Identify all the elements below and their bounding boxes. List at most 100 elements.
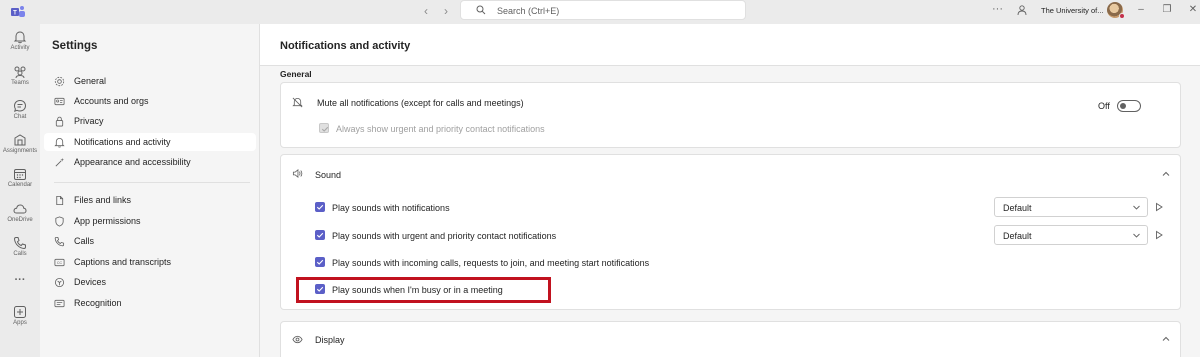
urgent-checkbox[interactable] — [319, 123, 329, 133]
settings-item-recognition[interactable]: Recognition — [44, 294, 256, 312]
rail-item-apps[interactable]: Apps — [0, 305, 40, 326]
back-arrow-icon[interactable]: ‹ — [419, 4, 433, 18]
recognition-icon — [54, 299, 65, 308]
speaker-icon — [292, 168, 303, 179]
main-content: Notifications and activity General Mute … — [260, 24, 1200, 357]
settings-item-calls[interactable]: Calls — [44, 232, 256, 250]
rail-item-teams[interactable]: Teams — [0, 65, 40, 86]
display-title: Display — [315, 335, 345, 345]
play-icon[interactable] — [1154, 202, 1164, 212]
toggle-state-label: Off — [1098, 101, 1110, 111]
bell-icon — [13, 31, 27, 44]
checkmark-icon — [316, 259, 324, 265]
teams-logo-icon[interactable]: T — [11, 5, 25, 19]
bell-off-icon — [292, 97, 303, 108]
cloud-icon — [13, 204, 27, 214]
app-rail: Activity Teams Chat Assignments Calendar… — [0, 24, 40, 357]
phone-icon — [54, 236, 65, 247]
highlight-box — [296, 277, 551, 303]
more-options-icon[interactable]: ··· — [992, 3, 1003, 15]
settings-item-label: Accounts and orgs — [74, 96, 149, 106]
rail-item-activity[interactable]: Activity — [0, 30, 40, 51]
rail-label: Assignments — [2, 148, 38, 154]
settings-item-general[interactable]: General — [44, 72, 256, 90]
assignments-icon — [14, 134, 26, 146]
settings-item-appearance[interactable]: Appearance and accessibility — [44, 153, 256, 171]
display-card: Display — [280, 321, 1181, 357]
search-icon — [476, 5, 486, 15]
status-dot — [1119, 13, 1125, 19]
close-icon[interactable]: ✕ — [1187, 4, 1199, 16]
settings-item-notifications[interactable]: Notifications and activity — [44, 133, 256, 151]
people-icon[interactable] — [1016, 4, 1028, 16]
checkmark-icon — [316, 204, 324, 210]
shield-icon — [55, 216, 64, 227]
file-icon — [56, 195, 64, 206]
wand-icon — [55, 157, 65, 167]
settings-item-label: Files and links — [74, 195, 132, 205]
chevron-up-icon[interactable] — [1161, 334, 1171, 344]
rail-item-chat[interactable]: Chat — [0, 99, 40, 120]
sound-notifications-checkbox[interactable] — [315, 202, 325, 212]
search-input[interactable]: Search (Ctrl+E) — [460, 0, 746, 20]
sound-row-label: Play sounds with urgent and priority con… — [332, 231, 557, 241]
settings-item-label: General — [74, 76, 107, 86]
svg-text:T: T — [13, 11, 17, 17]
settings-item-label: Captions and transcripts — [74, 257, 172, 267]
rail-label: Apps — [13, 320, 27, 326]
apps-icon — [14, 306, 26, 318]
settings-item-privacy[interactable]: Privacy — [44, 112, 256, 130]
mute-toggle[interactable] — [1117, 100, 1141, 112]
settings-item-devices[interactable]: Devices — [44, 273, 256, 291]
settings-item-label: Recognition — [74, 298, 122, 308]
settings-item-label: Privacy — [74, 116, 104, 126]
forward-arrow-icon[interactable]: › — [439, 4, 453, 18]
rail-label: Calendar — [7, 182, 33, 188]
eye-icon — [292, 335, 303, 344]
checkmark-icon — [316, 232, 324, 238]
play-icon[interactable] — [1154, 230, 1164, 240]
sound-notifications-select[interactable]: Default — [994, 197, 1148, 217]
rail-label: Calls — [13, 251, 27, 257]
settings-item-accounts[interactable]: Accounts and orgs — [44, 92, 256, 110]
rail-label: Chat — [13, 114, 27, 120]
cc-icon: CC — [54, 258, 65, 267]
settings-item-captions[interactable]: CC Captions and transcripts — [44, 253, 256, 271]
rail-label: OneDrive — [7, 217, 33, 223]
settings-title: Settings — [52, 40, 98, 52]
urgent-label: Always show urgent and priority contact … — [336, 124, 545, 134]
devices-icon — [54, 277, 65, 288]
bell-icon — [54, 137, 65, 148]
main-header: Notifications and activity — [260, 24, 1200, 66]
settings-item-label: App permissions — [74, 216, 141, 226]
sound-calls-checkbox[interactable] — [315, 257, 325, 267]
chat-icon — [13, 99, 27, 113]
org-name[interactable]: The University of... — [1041, 6, 1104, 15]
rail-label: Activity — [10, 45, 30, 51]
rail-item-onedrive[interactable]: OneDrive — [0, 202, 40, 223]
checkmark-icon — [321, 126, 329, 132]
rail-item-assignments[interactable]: Assignments — [0, 133, 40, 154]
teams-icon — [14, 66, 26, 79]
chevron-up-icon[interactable] — [1161, 169, 1171, 179]
section-label-general: General — [280, 69, 312, 79]
settings-item-label: Notifications and activity — [74, 137, 171, 147]
settings-item-files[interactable]: Files and links — [44, 191, 256, 209]
mute-card: Mute all notifications (except for calls… — [280, 82, 1181, 148]
gear-icon — [54, 76, 65, 87]
svg-text:CC: CC — [57, 261, 63, 265]
settings-divider — [54, 182, 250, 183]
sound-urgent-checkbox[interactable] — [315, 230, 325, 240]
restore-icon[interactable]: ❐ — [1161, 4, 1173, 16]
minimize-icon[interactable]: – — [1135, 4, 1147, 16]
rail-item-calendar[interactable]: Calendar — [0, 167, 40, 188]
settings-item-app-permissions[interactable]: App permissions — [44, 212, 256, 230]
rail-item-calls[interactable]: Calls — [0, 236, 40, 257]
sound-urgent-select[interactable]: Default — [994, 225, 1148, 245]
calendar-icon — [14, 169, 26, 180]
sound-row-label: Play sounds with notifications — [332, 203, 450, 213]
rail-more-icon[interactable]: ··· — [0, 274, 40, 286]
sound-title: Sound — [315, 170, 342, 180]
search-placeholder: Search (Ctrl+E) — [497, 6, 560, 16]
settings-panel: Settings General Accounts and orgs Priva… — [40, 24, 260, 357]
